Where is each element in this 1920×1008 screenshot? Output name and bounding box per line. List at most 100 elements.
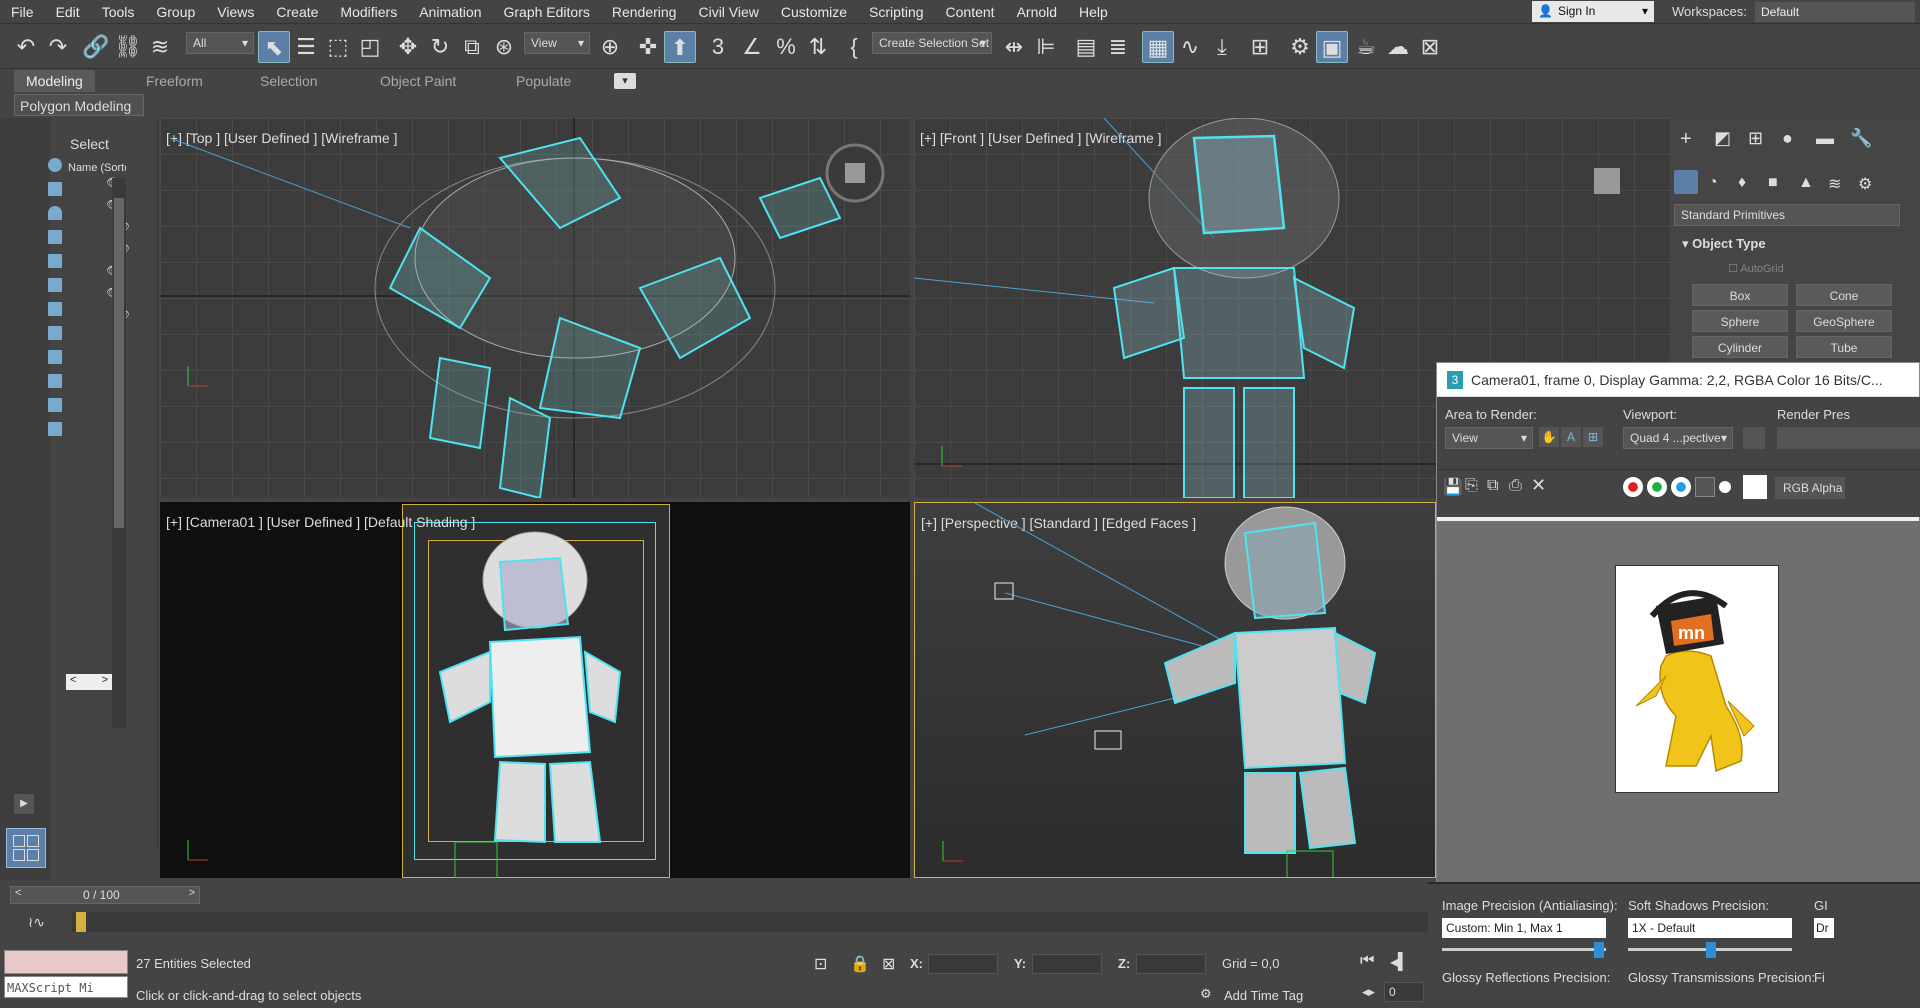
workspaces-dropdown[interactable]: Default	[1755, 2, 1915, 22]
scrollbar-thumb[interactable]	[114, 198, 124, 528]
geometry-category-icon[interactable]	[1674, 170, 1698, 194]
menu-edit[interactable]: Edit	[45, 0, 91, 24]
tab-object-paint[interactable]: Object Paint	[380, 70, 456, 92]
motion-tab-icon[interactable]: ●	[1782, 128, 1793, 149]
slider-thumb[interactable]	[1594, 942, 1604, 958]
menu-rendering[interactable]: Rendering	[601, 0, 688, 24]
clear-image-icon[interactable]: ✕	[1531, 475, 1546, 496]
helpers-icon[interactable]	[48, 254, 62, 268]
percent-snap-icon[interactable]: %	[770, 31, 802, 63]
mirror-icon[interactable]: ⇹	[998, 31, 1030, 63]
lock-viewport-icon[interactable]	[1743, 427, 1765, 449]
viewport-dropdown[interactable]: Quad 4 ...pective	[1623, 427, 1733, 449]
prev-frame-icon[interactable]: ◂▍	[1390, 952, 1410, 972]
slider-thumb[interactable]	[1706, 942, 1716, 958]
menu-views[interactable]: Views	[206, 0, 265, 24]
cameras-category-icon[interactable]: ■	[1768, 174, 1778, 192]
spacewarps-icon[interactable]	[48, 278, 62, 292]
viewport-camera[interactable]: [+] [Camera01 ] [User Defined ] [Default…	[160, 502, 910, 878]
render-setup-icon[interactable]: ⚙	[1284, 31, 1316, 63]
tube-button[interactable]: Tube	[1796, 336, 1892, 358]
visible-icon[interactable]	[48, 422, 62, 436]
key-mode-icon[interactable]: ◂▸	[1362, 984, 1375, 1000]
toggle-ribbon-icon[interactable]: ≣	[1102, 31, 1134, 63]
time-slider-next[interactable]: >	[189, 887, 195, 899]
select-by-name-icon[interactable]: ☰	[290, 31, 322, 63]
area-to-render-dropdown[interactable]: View	[1445, 427, 1533, 449]
menu-file[interactable]: File	[0, 0, 45, 24]
goto-start-icon[interactable]: ⏮	[1360, 952, 1374, 970]
object-type-rollout[interactable]: ▾ Object Type	[1682, 236, 1766, 252]
soft-shadows-slider[interactable]	[1628, 942, 1792, 958]
tab-freeform[interactable]: Freeform	[146, 70, 203, 92]
link-icon[interactable]: 🔗	[80, 31, 112, 63]
viewport-perspective[interactable]: [+] [Perspective ] [Standard ] [Edged Fa…	[914, 502, 1436, 878]
containers-icon[interactable]	[48, 374, 62, 388]
xrefs-icon[interactable]	[48, 326, 62, 340]
menu-help[interactable]: Help	[1068, 0, 1119, 24]
curve-editor-mini-icon[interactable]: ≀∿	[28, 914, 45, 931]
cylinder-button[interactable]: Cylinder	[1692, 336, 1788, 358]
menu-arnold[interactable]: Arnold	[1006, 0, 1068, 24]
geometry-icon[interactable]	[48, 182, 62, 196]
sphere-button[interactable]: Sphere	[1692, 310, 1788, 332]
display-tab-icon[interactable]: ▬	[1816, 128, 1834, 149]
tab-populate[interactable]: Populate	[516, 70, 571, 92]
auto-region-icon[interactable]: A	[1561, 427, 1581, 447]
layer-manager-icon[interactable]: ▤	[1070, 31, 1102, 63]
explorer-scrollbar[interactable]	[112, 178, 126, 728]
angle-snap-icon[interactable]: ∠	[736, 31, 768, 63]
viewport-layout-icon[interactable]	[6, 828, 46, 868]
menu-group[interactable]: Group	[145, 0, 206, 24]
edit-named-sets-icon[interactable]: {	[838, 31, 870, 63]
menu-civil-view[interactable]: Civil View	[687, 0, 769, 24]
snaps-toggle-icon[interactable]: 3	[702, 31, 734, 63]
menu-tools[interactable]: Tools	[91, 0, 146, 24]
rect-selection-icon[interactable]: ⬚	[322, 31, 354, 63]
scroll-right-icon[interactable]: >	[102, 674, 108, 686]
transform-mode-icon[interactable]: ⊠	[882, 954, 895, 974]
spinner-snap-icon[interactable]: ⇅	[802, 31, 834, 63]
move-icon[interactable]: ✥	[392, 31, 424, 63]
background-swatch[interactable]	[1743, 475, 1767, 499]
box-button[interactable]: Box	[1692, 284, 1788, 306]
align-icon[interactable]: ⊫	[1030, 31, 1062, 63]
modify-tab-icon[interactable]: ◩	[1714, 128, 1731, 149]
menu-animation[interactable]: Animation	[408, 0, 492, 24]
add-time-tag[interactable]: Add Time Tag	[1224, 988, 1303, 1003]
print-image-icon[interactable]: ⎙	[1509, 477, 1522, 495]
keyboard-shortcut-icon[interactable]: ⬆	[664, 31, 696, 63]
copy-image-icon[interactable]: ⎘	[1465, 477, 1478, 495]
image-precision-field[interactable]: Custom: Min 1, Max 1	[1442, 918, 1606, 938]
green-channel-icon[interactable]	[1647, 477, 1667, 497]
curve-editor-icon[interactable]: ∿	[1174, 31, 1206, 63]
selection-filter-dropdown[interactable]: All	[186, 32, 254, 54]
render-preset-dropdown[interactable]	[1777, 427, 1920, 449]
hand-tool-icon[interactable]: ✋	[1539, 427, 1559, 447]
sign-in-dropdown[interactable]: 👤 Sign In ▾	[1532, 1, 1654, 22]
placement-icon[interactable]: ⊛	[488, 31, 520, 63]
render-iterative-icon[interactable]: ☁	[1382, 31, 1414, 63]
unlink-icon[interactable]: ⛓	[112, 31, 144, 63]
z-coord-field[interactable]	[1136, 954, 1206, 974]
soft-shadows-field[interactable]: 1X - Default	[1628, 918, 1792, 938]
hierarchy-tab-icon[interactable]: ⊞	[1748, 128, 1763, 149]
gi-field[interactable]: Dr	[1814, 918, 1834, 938]
scroll-left-icon[interactable]: <	[70, 674, 76, 686]
cameras-icon[interactable]	[48, 230, 62, 244]
scale-icon[interactable]: ⧉	[456, 31, 488, 63]
select-object-icon[interactable]: ⬉	[258, 31, 290, 63]
display-channel-dropdown[interactable]: RGB Alpha	[1775, 477, 1845, 499]
helpers-category-icon[interactable]: ▲	[1798, 174, 1814, 192]
play-icon[interactable]: ▶	[14, 794, 34, 814]
schematic-view-icon[interactable]: ⤓	[1206, 31, 1238, 63]
display-none-icon[interactable]	[48, 158, 62, 172]
pivot-center-icon[interactable]: ⊕	[594, 31, 626, 63]
utilities-tab-icon[interactable]: 🔧	[1850, 128, 1872, 149]
maxscript-mini-listener[interactable]: MAXScript Mi	[4, 976, 128, 998]
render-production-icon[interactable]: ☕	[1350, 31, 1382, 63]
groups-icon[interactable]	[48, 302, 62, 316]
name-column-header[interactable]: Name (Sorte	[68, 162, 126, 174]
horizontal-scrollbar[interactable]: < >	[66, 674, 112, 690]
systems-category-icon[interactable]: ⚙	[1858, 174, 1872, 194]
